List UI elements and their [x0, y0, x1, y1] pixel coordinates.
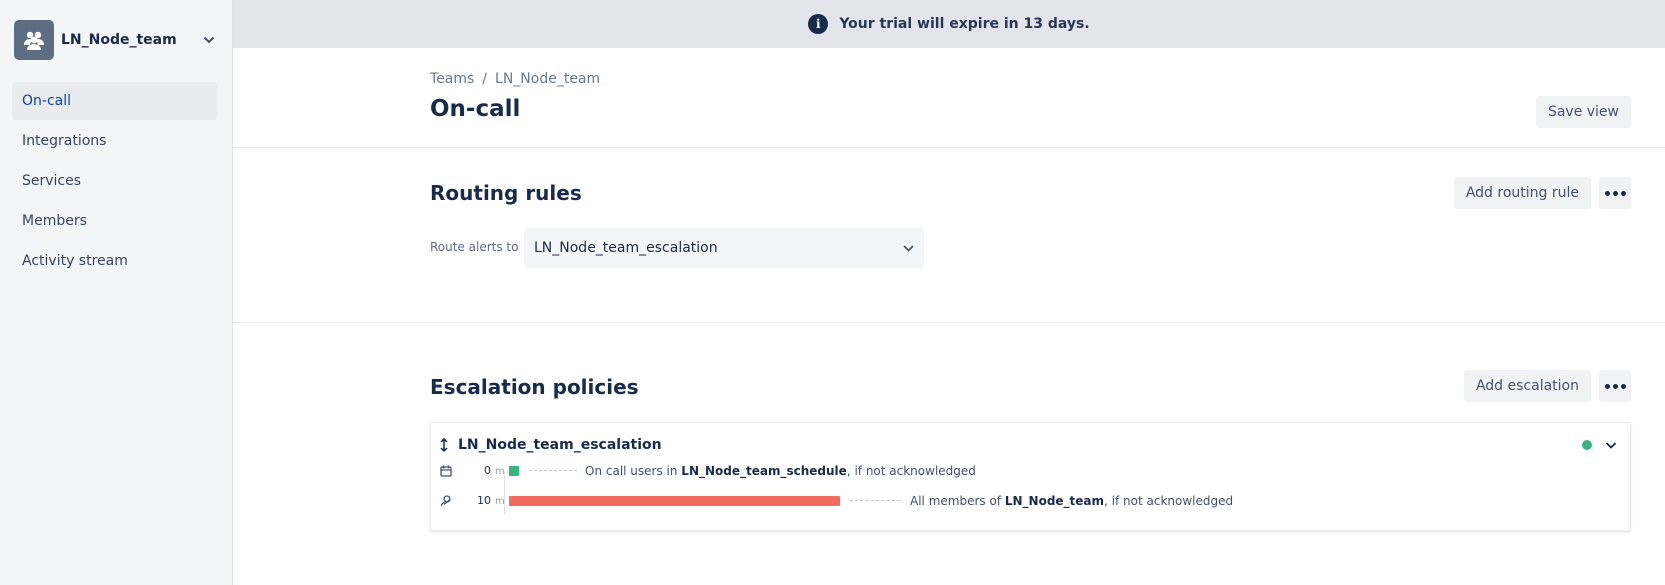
rule-dash — [850, 500, 900, 501]
sidebar-item-label: Services — [22, 173, 82, 189]
rule-delay: 0 — [484, 464, 491, 477]
sidebar: LN_Node_team On-call Integrations Servic… — [0, 0, 233, 585]
rule-text-suffix: , if not acknowledged — [846, 464, 976, 478]
more-dot — [1612, 383, 1618, 389]
rule-text-prefix: On call users in — [585, 464, 682, 478]
chevron-down-icon — [903, 244, 914, 252]
trial-banner-text: Your trial will expire in 13 days. — [839, 16, 1090, 32]
sidebar-item-label: Integrations — [22, 133, 107, 149]
chevron-down-icon[interactable] — [202, 33, 216, 47]
route-alerts-label: Route alerts to — [430, 240, 519, 254]
routing-rules-section: Routing rules Add routing rule Route ale… — [233, 148, 1665, 323]
sidebar-item-label: On-call — [22, 93, 71, 109]
team-switcher[interactable]: LN_Node_team — [14, 18, 216, 62]
sidebar-item-label: Activity stream — [22, 253, 128, 269]
escalation-rule-row: 0 m On call users in LN_Node_team_schedu… — [439, 461, 1619, 481]
more-dot — [1620, 383, 1626, 389]
rule-text-prefix: All members of — [910, 494, 1005, 508]
sidebar-item-services[interactable]: Services — [12, 162, 217, 200]
rule-text-suffix: , if not acknowledged — [1104, 494, 1234, 508]
rule-delay-unit: m — [495, 466, 505, 477]
drag-handle-icon[interactable] — [439, 438, 449, 452]
calendar-icon — [440, 465, 452, 477]
more-dot — [1604, 383, 1610, 389]
info-icon: i — [808, 14, 829, 34]
save-view-button[interactable]: Save view — [1535, 96, 1631, 128]
escalation-more-button[interactable] — [1599, 370, 1631, 402]
team-icon — [24, 31, 44, 50]
rule-delay-unit: m — [495, 496, 505, 507]
rule-description: On call users in LN_Node_team_schedule, … — [585, 464, 976, 478]
rule-target[interactable]: LN_Node_team_schedule — [681, 464, 847, 478]
add-routing-rule-button[interactable]: Add routing rule — [1453, 177, 1591, 209]
escalation-policy-card: LN_Node_team_escalation 0 m On call user… — [430, 422, 1631, 531]
rule-dash — [529, 470, 577, 471]
sidebar-item-label: Members — [22, 213, 87, 229]
sidebar-item-activity-stream[interactable]: Activity stream — [12, 242, 217, 280]
sidebar-item-on-call[interactable]: On-call — [12, 82, 217, 120]
more-dot — [1620, 190, 1626, 196]
chevron-down-icon[interactable] — [1604, 437, 1618, 451]
team-icon — [440, 495, 451, 507]
breadcrumb-teams[interactable]: Teams — [430, 71, 474, 87]
routing-more-button[interactable] — [1599, 177, 1631, 209]
more-dot — [1604, 190, 1610, 196]
app-root: LN_Node_team On-call Integrations Servic… — [0, 0, 1665, 585]
route-alerts-value: LN_Node_team_escalation — [534, 240, 718, 256]
team-avatar — [14, 20, 54, 60]
main-content: i Your trial will expire in 13 days. Tea… — [233, 0, 1665, 585]
breadcrumb: Teams / LN_Node_team — [430, 71, 600, 87]
rule-timeline-bar — [509, 466, 519, 476]
team-name: LN_Node_team — [61, 32, 177, 48]
sidebar-nav: On-call Integrations Services Members Ac… — [0, 82, 232, 280]
rule-delay: 10 — [477, 494, 491, 507]
routing-rules-title: Routing rules — [430, 181, 582, 205]
rule-target[interactable]: LN_Node_team — [1005, 494, 1104, 508]
sidebar-item-members[interactable]: Members — [12, 202, 217, 240]
page-title: On-call — [430, 96, 521, 122]
route-alerts-select[interactable]: LN_Node_team_escalation — [524, 228, 924, 268]
status-active-dot — [1582, 440, 1592, 450]
breadcrumb-separator: / — [482, 71, 488, 87]
escalation-policies-section: Escalation policies Add escalation LN_No… — [233, 323, 1665, 585]
breadcrumb-team[interactable]: LN_Node_team — [495, 71, 600, 87]
more-dot — [1612, 190, 1618, 196]
escalation-rule-row: 10 m All members of LN_Node_team, if not… — [439, 491, 1619, 511]
page-header: Teams / LN_Node_team On-call Save view — [233, 48, 1665, 148]
policy-header: LN_Node_team_escalation — [439, 437, 662, 453]
sidebar-item-integrations[interactable]: Integrations — [12, 122, 217, 160]
trial-banner: i Your trial will expire in 13 days. — [233, 0, 1665, 48]
policy-name[interactable]: LN_Node_team_escalation — [458, 437, 662, 453]
rule-timeline-bar — [509, 496, 840, 506]
rule-description: All members of LN_Node_team, if not ackn… — [910, 494, 1233, 508]
escalation-policies-title: Escalation policies — [430, 375, 639, 399]
add-escalation-button[interactable]: Add escalation — [1463, 370, 1591, 402]
